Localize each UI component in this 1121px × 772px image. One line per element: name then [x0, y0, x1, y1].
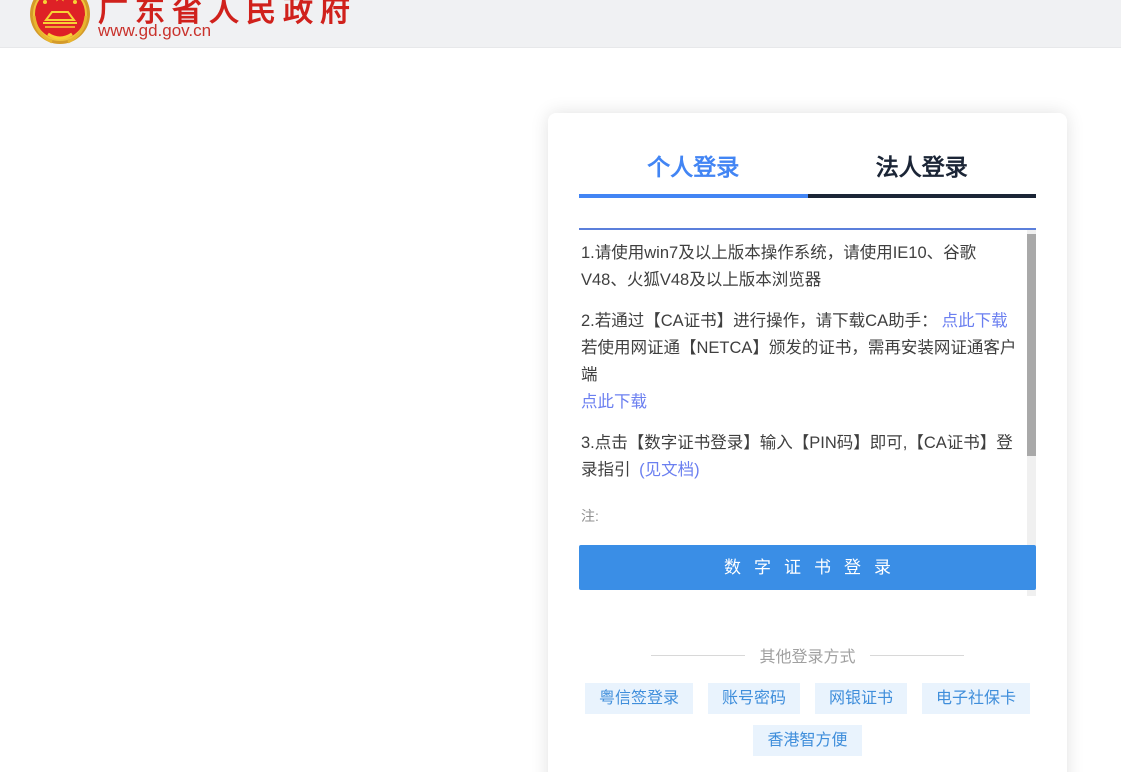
- other-login-label: 其他登录方式: [759, 643, 855, 667]
- view-document-link[interactable]: (见文档): [639, 461, 700, 479]
- instruction-item-3: 3.点击【数字证书登录】输入【PIN码】即可,【CA证书】登录指引 (见文档): [581, 430, 1020, 484]
- other-login-divider: 其他登录方式: [579, 643, 1036, 667]
- instruction-item-2: 2.若通过【CA证书】进行操作，请下载CA助手：点此下载 若使用网证通【NETC…: [581, 308, 1020, 416]
- download-netca-client-link[interactable]: 点此下载: [581, 389, 1020, 416]
- tab-corporate-login[interactable]: 法人登录: [808, 148, 1037, 198]
- download-ca-helper-link[interactable]: 点此下载: [942, 312, 1008, 330]
- site-header: 广东省人民政府 www.gd.gov.cn: [0, 0, 1121, 48]
- divider-line-left: [651, 655, 745, 656]
- yuexinqian-login-button[interactable]: 粤信签登录: [585, 683, 693, 714]
- digital-certificate-login-button[interactable]: 数字证书登录: [579, 545, 1036, 590]
- instruction-item-2-line2: 若使用网证通【NETCA】颁发的证书，需再安装网证通客户端: [581, 335, 1020, 389]
- login-methods-row-1: 粤信签登录 账号密码 网银证书 电子社保卡: [579, 683, 1036, 714]
- scrollbar-thumb[interactable]: [1027, 234, 1036, 456]
- instructions-panel: 1.请使用win7及以上版本操作系统，请使用IE10、谷歌V48、火狐V48及以…: [579, 228, 1036, 596]
- instruction-item-1: 1.请使用win7及以上版本操作系统，请使用IE10、谷歌V48、火狐V48及以…: [581, 240, 1020, 294]
- note-label: 注:: [581, 506, 1020, 526]
- hongkong-iamsmart-button[interactable]: 香港智方便: [753, 725, 861, 756]
- account-password-button[interactable]: 账号密码: [708, 683, 800, 714]
- instructions-content: 1.请使用win7及以上版本操作系统，请使用IE10、谷歌V48、火狐V48及以…: [579, 230, 1036, 596]
- login-methods-row-2: 香港智方便: [579, 725, 1036, 756]
- login-card: 个人登录 法人登录 1.请使用win7及以上版本操作系统，请使用IE10、谷歌V…: [548, 113, 1067, 772]
- site-url: www.gd.gov.cn: [98, 21, 211, 41]
- tab-personal-login[interactable]: 个人登录: [579, 148, 808, 198]
- national-emblem-icon: [28, 0, 92, 50]
- instruction-item-2-text: 2.若通过【CA证书】进行操作，请下载CA助手：: [581, 312, 938, 330]
- divider-line-right: [870, 655, 964, 656]
- bank-certificate-button[interactable]: 网银证书: [815, 683, 907, 714]
- login-tabs: 个人登录 法人登录: [579, 148, 1036, 198]
- scrollbar-track[interactable]: [1027, 230, 1036, 596]
- e-social-security-card-button[interactable]: 电子社保卡: [922, 683, 1030, 714]
